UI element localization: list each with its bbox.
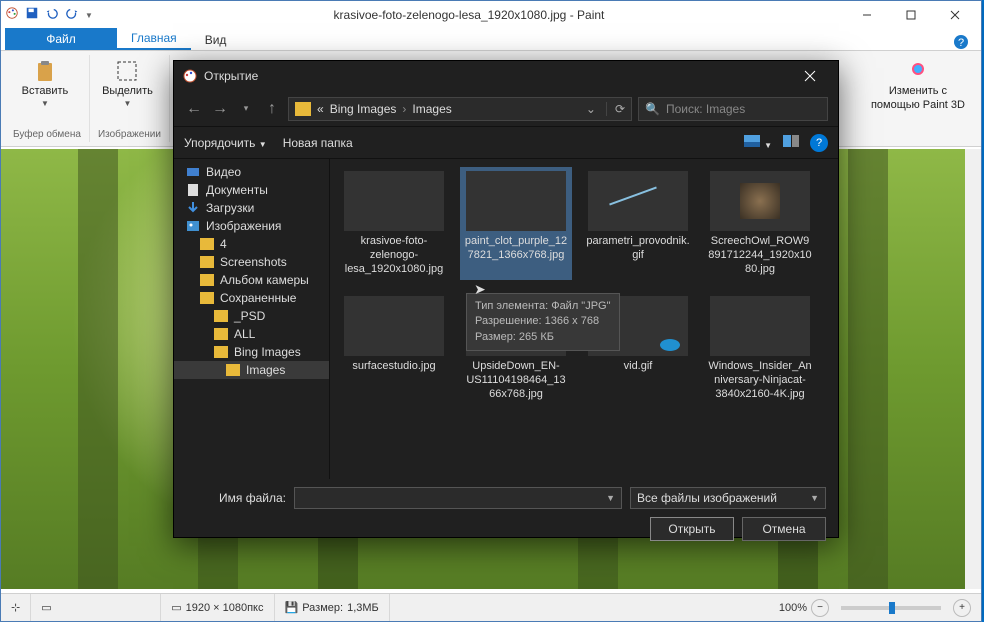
titlebar: ▼ krasivoe-foto-zelenogo-lesa_1920x1080.…: [1, 1, 981, 29]
edit-paint3d-button[interactable]: Изменить с помощью Paint 3D: [867, 57, 969, 113]
nav-up-button[interactable]: ↑: [262, 99, 282, 119]
file-item[interactable]: Windows_Insider_Anniversary-Ninjacat-384…: [704, 292, 816, 405]
tree-item[interactable]: _PSD: [174, 307, 329, 325]
ribbon-tabs: Файл Главная Вид: [1, 29, 981, 51]
breadcrumb[interactable]: Bing Images: [330, 102, 397, 116]
nav-history-button[interactable]: ▾: [236, 99, 256, 119]
open-button[interactable]: Открыть: [650, 517, 734, 541]
tab-view[interactable]: Вид: [191, 30, 241, 50]
folder-icon: [295, 102, 311, 116]
zoom-slider[interactable]: [841, 606, 941, 610]
tree-item[interactable]: Bing Images: [174, 343, 329, 361]
filename-label: Имя файла:: [186, 491, 286, 505]
qat-dropdown-icon[interactable]: ▼: [85, 11, 93, 20]
thumbnail: [588, 171, 688, 231]
statusbar: ⊹ ▭ ▭ 1920 × 1080пкс 💾 Размер: 1,3МБ 100…: [1, 593, 981, 621]
ribbon-help-icon[interactable]: ?: [953, 34, 969, 53]
zoom-out-button[interactable]: −: [811, 599, 829, 617]
file-item[interactable]: krasivoe-foto-zelenogo-lesa_1920x1080.jp…: [338, 167, 450, 280]
tree-item[interactable]: Сохраненные: [174, 289, 329, 307]
zoom-level: 100%: [779, 602, 807, 614]
paint-app-icon: [5, 6, 19, 25]
thumbnail: [710, 296, 810, 356]
paste-button[interactable]: Вставить ▼: [18, 57, 73, 110]
thumbnail: [344, 296, 444, 356]
group-image-label: Изображении: [98, 129, 161, 140]
zoom-in-button[interactable]: +: [953, 599, 971, 617]
tab-home[interactable]: Главная: [117, 28, 191, 50]
preview-pane-button[interactable]: [782, 134, 800, 151]
select-button[interactable]: Выделить ▼: [98, 57, 157, 110]
tree-item-downloads[interactable]: Загрузки: [174, 199, 329, 217]
file-item-selected[interactable]: paint_clot_purple_127821_1366x768.jpg: [460, 167, 572, 280]
file-item[interactable]: surfacestudio.jpg: [338, 292, 450, 405]
search-icon: 🔍: [645, 102, 660, 116]
file-item[interactable]: parametri_provodnik.gif: [582, 167, 694, 280]
cursor-pos: ⊹: [1, 594, 31, 621]
tooltip: Тип элемента: Файл "JPG" Разрешение: 136…: [466, 293, 620, 351]
tree-item[interactable]: Альбом камеры: [174, 271, 329, 289]
tree-item-pictures[interactable]: Изображения: [174, 217, 329, 235]
dialog-title: Открытие: [204, 69, 790, 83]
address-bar[interactable]: « Bing Images › Images ⌄ ⟳: [288, 97, 632, 121]
cancel-button[interactable]: Отмена: [742, 517, 826, 541]
view-mode-button[interactable]: ▼: [743, 134, 772, 151]
maximize-button[interactable]: [889, 1, 933, 29]
redo-icon[interactable]: [65, 6, 79, 25]
chevron-down-icon: ▼: [41, 99, 49, 108]
close-button[interactable]: [933, 1, 977, 29]
group-clipboard-label: Буфер обмена: [13, 129, 81, 140]
thumbnail: [344, 171, 444, 231]
thumbnail: [710, 171, 810, 231]
file-size: 💾 Размер: 1,3МБ: [275, 594, 390, 621]
tree-item[interactable]: 4: [174, 235, 329, 253]
cursor-icon: ➤: [474, 281, 486, 298]
tree-item-video[interactable]: Видео: [174, 163, 329, 181]
save-icon[interactable]: [25, 6, 39, 25]
new-folder-button[interactable]: Новая папка: [283, 136, 353, 150]
window-title: krasivoe-foto-zelenogo-lesa_1920x1080.jp…: [93, 8, 845, 22]
vertical-scrollbar[interactable]: [965, 149, 981, 589]
file-item[interactable]: ScreechOwl_ROW9891712244_1920x1080.jpg: [704, 167, 816, 280]
chevron-down-icon: ▼: [124, 99, 132, 108]
filename-input[interactable]: ▼: [294, 487, 622, 509]
thumbnail: [466, 171, 566, 231]
tree-item[interactable]: Screenshots: [174, 253, 329, 271]
dialog-close-button[interactable]: [790, 61, 830, 91]
tree-item[interactable]: ALL: [174, 325, 329, 343]
nav-forward-button[interactable]: →: [210, 99, 230, 119]
help-button[interactable]: ?: [810, 134, 828, 152]
file-open-dialog: Открытие ← → ▾ ↑ « Bing Images › Images …: [173, 60, 839, 538]
svg-text:?: ?: [958, 37, 964, 49]
tree-item-documents[interactable]: Документы: [174, 181, 329, 199]
minimize-button[interactable]: [845, 1, 889, 29]
search-input[interactable]: 🔍 Поиск: Images: [638, 97, 828, 121]
nav-back-button[interactable]: ←: [184, 99, 204, 119]
file-filter-dropdown[interactable]: Все файлы изображений▼: [630, 487, 826, 509]
address-dropdown[interactable]: ⌄: [582, 102, 600, 116]
image-dimensions: ▭ 1920 × 1080пкс: [161, 594, 274, 621]
organize-button[interactable]: Упорядочить ▼: [184, 136, 267, 150]
breadcrumb[interactable]: Images: [412, 102, 451, 116]
tree-item-current[interactable]: Images: [174, 361, 329, 379]
paint-app-icon: [182, 68, 198, 84]
selection-size: ▭: [31, 594, 161, 621]
tab-file[interactable]: Файл: [5, 28, 117, 50]
undo-icon[interactable]: [45, 6, 59, 25]
refresh-button[interactable]: ⟳: [606, 102, 625, 116]
folder-tree: Видео Документы Загрузки Изображения 4 S…: [174, 159, 330, 479]
